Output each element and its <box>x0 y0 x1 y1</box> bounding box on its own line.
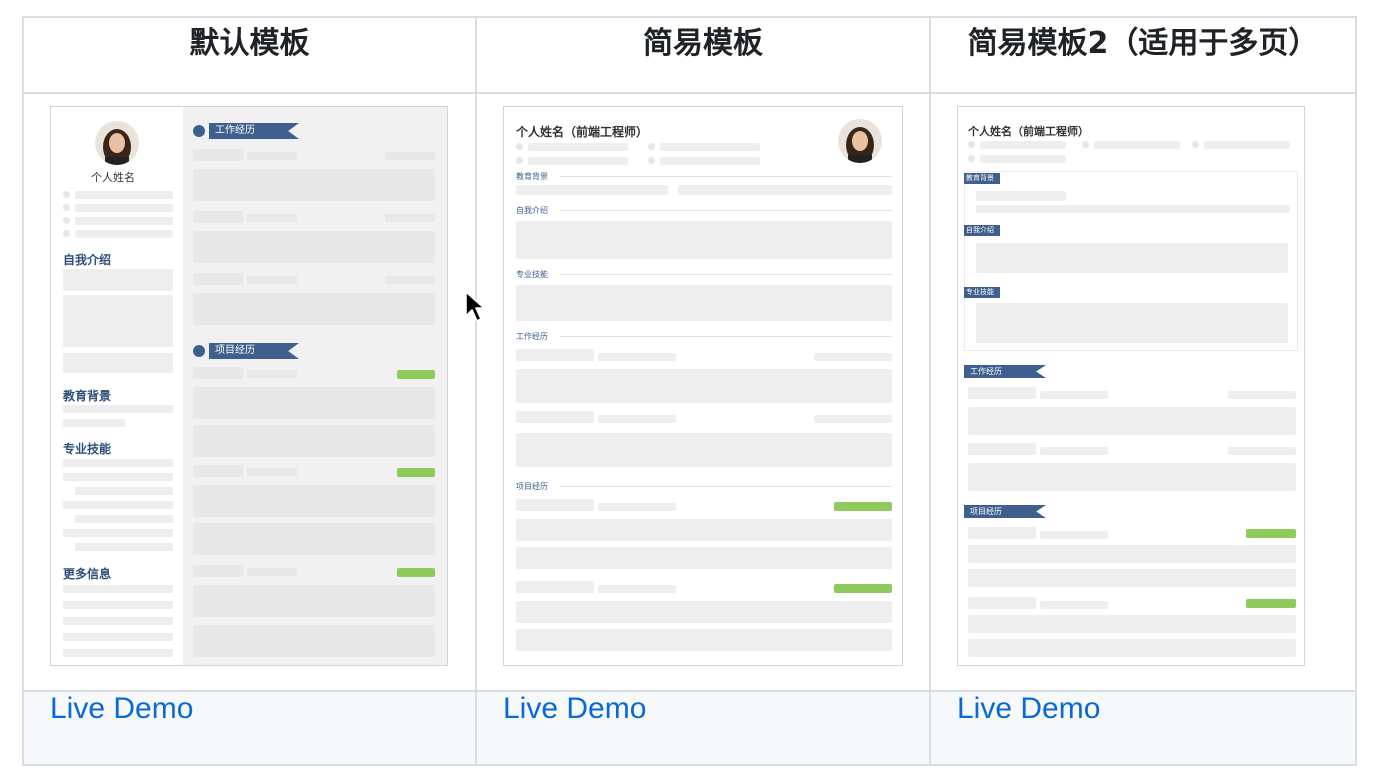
ribbon-work: 工作经历 <box>964 365 1046 378</box>
preview-cell-simple: 个人姓名（前端工程师） 教育背景 自我介绍 专业技能 工作经历 项目经历 <box>475 92 931 692</box>
sidebar-section-intro: 自我介绍 <box>63 253 112 267</box>
section-intro: 自我介绍 <box>516 206 548 215</box>
preview-cell-simple2: 个人姓名（前端工程师） 教育背景 自我介绍 专业技能 工作经历 项目经历 <box>929 92 1357 692</box>
preview-name: 个人姓名（前端工程师） <box>516 125 649 139</box>
preview-name: 个人姓名 <box>91 171 135 184</box>
column-header-simple2: 简易模板2（适用于多页） <box>929 16 1357 94</box>
avatar <box>95 121 139 165</box>
live-demo-link-simple[interactable]: Live Demo <box>477 692 646 725</box>
column-header-default: 默认模板 <box>22 16 477 94</box>
tag-intro: 自我介绍 <box>964 225 1000 236</box>
live-demo-link-simple2[interactable]: Live Demo <box>931 692 1100 725</box>
sidebar-section-education: 教育背景 <box>63 389 112 403</box>
link-cell-simple2: Live Demo <box>929 690 1357 766</box>
preview-name: 个人姓名（前端工程师） <box>968 125 1089 138</box>
sidebar-section-skills: 专业技能 <box>63 442 112 456</box>
ribbon-projects: 项目经历 <box>209 343 299 359</box>
header-row: 默认模板 简易模板 简易模板2（适用于多页） <box>22 16 1357 94</box>
tag-skills: 专业技能 <box>964 287 1000 298</box>
preview-row: 个人姓名 自我介绍 教育背景 专业技能 更多信息 工作经历 项目经历 个人姓名（… <box>22 92 1357 692</box>
avatar <box>838 119 882 163</box>
section-work: 工作经历 <box>516 332 548 341</box>
ribbon-work: 工作经历 <box>209 123 299 139</box>
link-cell-simple: Live Demo <box>475 690 931 766</box>
ribbon-projects: 项目经历 <box>964 505 1046 518</box>
section-education: 教育背景 <box>516 172 548 181</box>
column-header-simple: 简易模板 <box>475 16 931 94</box>
section-projects: 项目经历 <box>516 482 548 491</box>
mouse-cursor-icon <box>464 290 486 329</box>
preview-cell-default: 个人姓名 自我介绍 教育背景 专业技能 更多信息 工作经历 项目经历 <box>22 92 477 692</box>
simple-template-preview[interactable]: 个人姓名（前端工程师） 教育背景 自我介绍 专业技能 工作经历 项目经历 <box>503 106 903 666</box>
simple2-template-preview[interactable]: 个人姓名（前端工程师） 教育背景 自我介绍 专业技能 工作经历 项目经历 <box>957 106 1305 666</box>
template-table: 默认模板 简易模板 简易模板2（适用于多页） 个人姓名 自我介绍 教育背景 专业… <box>22 16 1357 766</box>
sidebar-section-more: 更多信息 <box>63 567 112 581</box>
tag-education: 教育背景 <box>964 173 1000 184</box>
section-skills: 专业技能 <box>516 270 548 279</box>
link-row: Live Demo Live Demo Live Demo <box>22 690 1357 766</box>
link-cell-default: Live Demo <box>22 690 477 766</box>
default-template-preview[interactable]: 个人姓名 自我介绍 教育背景 专业技能 更多信息 工作经历 项目经历 <box>50 106 448 666</box>
live-demo-link-default[interactable]: Live Demo <box>24 692 193 725</box>
